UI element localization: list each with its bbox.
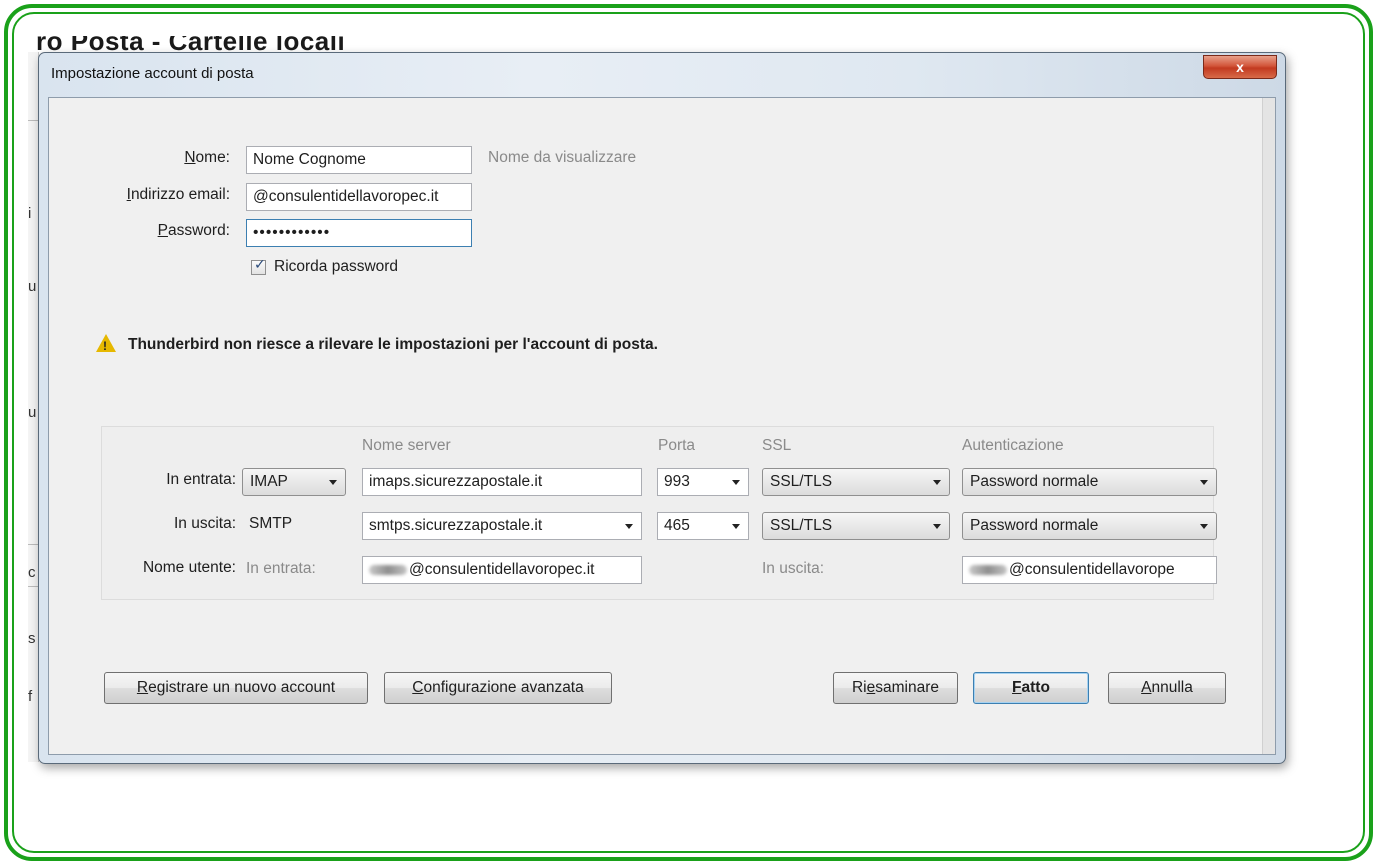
cancel-button[interactable]: Annulla bbox=[1108, 672, 1226, 704]
name-label-rest: ome: bbox=[195, 149, 230, 166]
remember-password-label: Ricorda password bbox=[274, 258, 399, 275]
username-incoming-input[interactable]: @consulentidellavoropec.it bbox=[362, 556, 642, 584]
email-input[interactable]: @consulentidellavoropec.it bbox=[246, 183, 472, 211]
outgoing-protocol: SMTP bbox=[249, 515, 293, 532]
warning-icon-mark: ! bbox=[103, 339, 107, 353]
close-icon: x bbox=[1236, 59, 1244, 75]
background-letter: u bbox=[28, 404, 37, 421]
header-server: Nome server bbox=[362, 437, 451, 454]
username-incoming-label: In entrata: bbox=[246, 560, 316, 577]
background-divider bbox=[28, 120, 38, 121]
name-label: Nome: bbox=[184, 149, 230, 166]
incoming-label: In entrata: bbox=[166, 471, 236, 488]
dialog-titlebar[interactable]: Impostazione account di posta x bbox=[39, 53, 1285, 97]
header-ssl: SSL bbox=[762, 437, 792, 454]
incoming-auth-select[interactable]: Password normale bbox=[962, 468, 1217, 496]
chevron-down-icon bbox=[1200, 480, 1208, 485]
chevron-down-icon bbox=[329, 480, 337, 485]
name-input[interactable]: Nome Cognome bbox=[246, 146, 472, 174]
username-outgoing-label: In uscita: bbox=[762, 560, 825, 577]
background-letter: c bbox=[28, 564, 36, 581]
retest-button[interactable]: Riesaminare bbox=[833, 672, 958, 704]
outgoing-auth-select[interactable]: Password normale bbox=[962, 512, 1217, 540]
register-new-account-button[interactable]: Registrare un nuovo account bbox=[104, 672, 368, 704]
outgoing-ssl-select[interactable]: SSL/TLS bbox=[762, 512, 950, 540]
name-hint: Nome da visualizzare bbox=[488, 149, 637, 166]
warning-message: Thunderbird non riesce a rilevare le imp… bbox=[128, 336, 658, 353]
chevron-down-icon bbox=[732, 480, 740, 485]
outgoing-port-combo[interactable]: 465 bbox=[657, 512, 749, 540]
background-letter: i bbox=[28, 205, 32, 222]
background-letter: u bbox=[28, 278, 37, 295]
dialog-client-area: Nome: Nome Cognome Nome da visualizzare … bbox=[48, 97, 1276, 755]
email-label: Indirizzo email: bbox=[126, 186, 230, 203]
dialog-title: Impostazione account di posta bbox=[51, 65, 254, 82]
password-label: Password: bbox=[157, 222, 230, 239]
done-button[interactable]: Fatto bbox=[973, 672, 1089, 704]
advanced-config-button[interactable]: Configurazione avanzata bbox=[384, 672, 612, 704]
incoming-ssl-select[interactable]: SSL/TLS bbox=[762, 468, 950, 496]
redacted-username bbox=[369, 564, 407, 575]
chevron-down-icon bbox=[625, 524, 633, 529]
background-letter: s bbox=[28, 630, 36, 647]
chevron-down-icon bbox=[1200, 524, 1208, 529]
checkmark-icon: ✓ bbox=[254, 257, 266, 273]
redacted-username bbox=[969, 564, 1007, 575]
outgoing-server-combo[interactable]: smtps.sicurezzapostale.it bbox=[362, 512, 642, 540]
incoming-server-input[interactable]: imaps.sicurezzapostale.it bbox=[362, 468, 642, 496]
background-letter: f bbox=[28, 688, 33, 705]
remember-password-checkbox[interactable]: ✓ bbox=[251, 257, 266, 275]
client-scrollbar[interactable] bbox=[1262, 98, 1275, 754]
chevron-down-icon bbox=[933, 524, 941, 529]
background-divider bbox=[28, 544, 38, 545]
incoming-port-combo[interactable]: 993 bbox=[657, 468, 749, 496]
header-authentication: Autenticazione bbox=[962, 437, 1064, 454]
chevron-down-icon bbox=[732, 524, 740, 529]
account-setup-dialog: Impostazione account di posta x Nome: No… bbox=[38, 52, 1286, 764]
background-divider bbox=[28, 586, 38, 587]
close-button[interactable]: x bbox=[1203, 55, 1277, 79]
password-input[interactable]: •••••••••••• bbox=[246, 219, 472, 247]
header-port: Porta bbox=[658, 437, 696, 454]
outgoing-label: In uscita: bbox=[173, 515, 236, 532]
incoming-protocol-select[interactable]: IMAP bbox=[242, 468, 346, 496]
username-label: Nome utente: bbox=[142, 559, 236, 576]
username-outgoing-input[interactable]: @consulentidellavorope bbox=[962, 556, 1217, 584]
chevron-down-icon bbox=[933, 480, 941, 485]
